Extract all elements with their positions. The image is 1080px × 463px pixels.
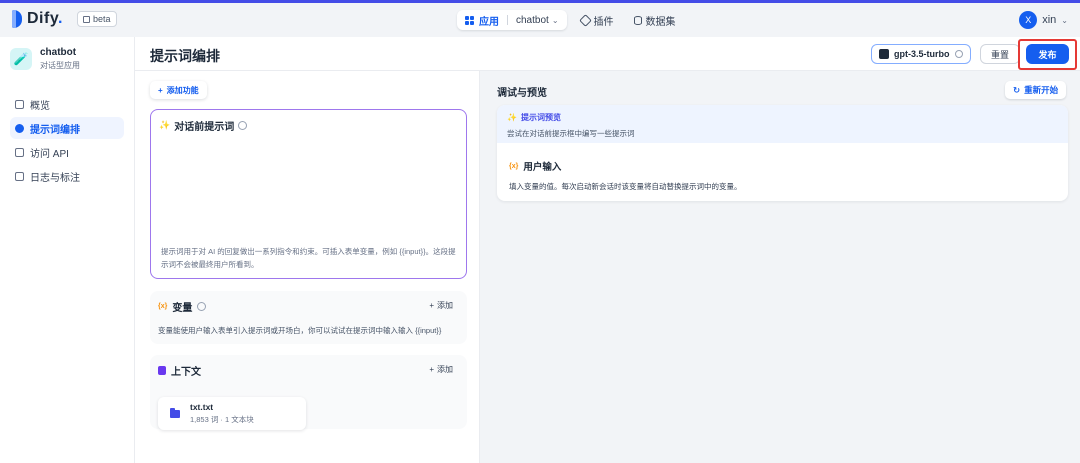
dify-logo-icon — [12, 10, 22, 28]
prompt-preview-header: ✨ 提示词预览 — [507, 112, 1058, 123]
nav-apps-label: 应用 — [479, 16, 499, 28]
brand-name: Dify. — [27, 10, 63, 27]
dataset-meta: 1,853 词 · 1 文本块 — [190, 415, 254, 424]
restart-button[interactable]: ↻ 重新开始 — [1005, 81, 1067, 99]
plugin-icon — [578, 13, 592, 27]
dataset-card[interactable]: txt.txt 1,853 词 · 1 文本块 — [158, 397, 306, 430]
sidebar-menu: 概览 提示词编排 访问 API 日志与标注 — [0, 93, 134, 187]
variables-description: 变量能使用户输入表单引入提示词或开场白，你可以试试在提示词中输入输入 {{inp… — [158, 326, 442, 335]
sparkle-icon: ✨ — [159, 120, 171, 130]
nav-plugins[interactable]: 插件 — [575, 10, 620, 30]
sidebar-item-logs[interactable]: 日志与标注 — [10, 165, 124, 187]
variables-header: {x} 变量 — [158, 299, 207, 314]
context-icon — [158, 366, 166, 375]
add-feature-label: 添加功能 — [166, 85, 199, 95]
overview-icon — [15, 99, 24, 109]
prompt-preview-title: 提示词预览 — [520, 113, 561, 122]
context-section: 上下文 + 添加 txt.txt 1,853 词 · 1 文本块 — [150, 355, 467, 430]
add-feature-button[interactable]: + 添加功能 — [150, 81, 207, 99]
api-icon — [15, 147, 24, 157]
nav-datasets[interactable]: 数据集 — [628, 10, 682, 30]
sidebar-item-label: 概览 — [30, 100, 50, 112]
info-icon[interactable] — [197, 302, 207, 311]
database-icon — [633, 15, 642, 25]
prompt-editor-title: 对话前提示词 — [174, 122, 235, 133]
prompt-preview: ✨ 提示词预览 尝试在对话前提示框中编写一些提示词 — [497, 105, 1068, 143]
nav-apps[interactable]: 应用 chatbot ⌄ — [457, 10, 567, 30]
page-title: 提示词编排 — [150, 48, 220, 64]
logo[interactable]: Dify. beta — [12, 10, 117, 28]
settings-icon — [954, 50, 963, 58]
beta-badge: beta — [77, 11, 117, 27]
debug-preview-panel: 调试与预览 ↻ 重新开始 ✨ 提示词预览 尝试在对话前提示框中编写一些提示词 {… — [481, 71, 1080, 463]
user-input-desc: 填入变量的值。每次启动新会话时该变量将自动替换提示词中的变量。 — [509, 182, 742, 191]
current-app-label: chatbot — [516, 14, 549, 26]
user-menu[interactable]: X xin ⌄ — [1019, 11, 1068, 29]
openai-icon — [879, 49, 889, 59]
variables-section: {x} 变量 + 添加 变量能使用户输入表单引入提示词或开场白，你可以试试在提示… — [150, 291, 467, 344]
context-title: 上下文 — [171, 367, 201, 378]
current-app-selector[interactable]: chatbot ⌄ — [516, 15, 559, 26]
main-header: 提示词编排 gpt-3.5-turbo 重置 发布 — [135, 37, 1080, 71]
publish-button[interactable]: 发布 — [1026, 44, 1069, 64]
sidebar-item-label: 日志与标注 — [30, 172, 80, 184]
add-variable-label: 添加 — [437, 301, 453, 310]
prompt-editor-header: ✨ 对话前提示词 — [159, 118, 248, 133]
variable-icon: {x} — [509, 162, 519, 170]
sidebar: 🧪 chatbot 对话型应用 概览 提示词编排 访问 API 日志与标注 — [0, 37, 135, 463]
add-context-label: 添加 — [437, 365, 453, 374]
app-card[interactable]: 🧪 chatbot 对话型应用 — [0, 37, 134, 81]
add-variable-button[interactable]: + 添加 — [429, 300, 453, 311]
model-selector[interactable]: gpt-3.5-turbo — [871, 44, 971, 64]
app-icon: 🧪 — [10, 48, 32, 70]
chevron-down-icon: ⌄ — [1061, 15, 1068, 25]
nav-plugins-label: 插件 — [593, 16, 614, 28]
sidebar-item-label: 提示词编排 — [30, 124, 80, 136]
user-input-header: {x} 用户输入 — [509, 159, 561, 173]
sidebar-item-api[interactable]: 访问 API — [10, 141, 124, 163]
preview-title: 调试与预览 — [497, 88, 547, 99]
nav-divider — [507, 15, 508, 25]
user-name: xin — [1042, 14, 1057, 26]
nav-datasets-label: 数据集 — [645, 16, 676, 28]
avatar: X — [1019, 11, 1038, 29]
reset-button[interactable]: 重置 — [980, 44, 1021, 64]
preview-card: ✨ 提示词预览 尝试在对话前提示框中编写一些提示词 {x} 用户输入 填入变量的… — [497, 105, 1068, 201]
app-name: chatbot — [40, 47, 77, 58]
context-header: 上下文 — [158, 363, 201, 378]
prompt-editor[interactable]: ✨ 对话前提示词 提示词用于对 AI 的回复做出一系列指令和约束。可插入表单变量… — [150, 109, 467, 279]
refresh-icon: ↻ — [1013, 84, 1021, 95]
app-type: 对话型应用 — [40, 61, 80, 70]
chevron-down-icon: ⌄ — [551, 15, 559, 25]
apps-icon — [465, 15, 474, 25]
grid-icon — [83, 15, 90, 23]
user-input-title: 用户输入 — [523, 162, 562, 173]
prompt-icon — [15, 123, 24, 133]
model-name: gpt-3.5-turbo — [894, 49, 950, 59]
variable-icon: {x} — [158, 303, 168, 310]
info-icon[interactable] — [238, 121, 248, 130]
folder-icon — [170, 407, 180, 418]
plus-icon: + — [429, 301, 434, 310]
prompt-placeholder: 提示词用于对 AI 的回复做出一系列指令和约束。可插入表单变量，例如 {{inp… — [161, 247, 456, 269]
logs-icon — [15, 171, 24, 181]
dataset-name: txt.txt — [190, 402, 214, 412]
variables-title: 变量 — [172, 303, 193, 314]
sparkle-icon: ✨ — [507, 113, 517, 122]
prompt-config-panel: + 添加功能 ✨ 对话前提示词 提示词用于对 AI 的回复做出一系列指令和约束。… — [135, 71, 480, 463]
plus-icon: + — [158, 85, 163, 95]
restart-label: 重新开始 — [1024, 85, 1059, 95]
main-nav: 应用 chatbot ⌄ 插件 数据集 — [457, 10, 682, 30]
beta-badge-label: beta — [93, 14, 111, 24]
plus-icon: + — [429, 365, 434, 374]
sidebar-item-prompt[interactable]: 提示词编排 — [10, 117, 124, 139]
sidebar-item-overview[interactable]: 概览 — [10, 93, 124, 115]
add-context-button[interactable]: + 添加 — [429, 364, 453, 375]
sidebar-item-label: 访问 API — [30, 148, 69, 160]
prompt-preview-desc: 尝试在对话前提示框中编写一些提示词 — [507, 129, 635, 138]
top-header: Dify. beta 应用 chatbot ⌄ 插件 数据集 X xin ⌄ — [0, 3, 1080, 37]
